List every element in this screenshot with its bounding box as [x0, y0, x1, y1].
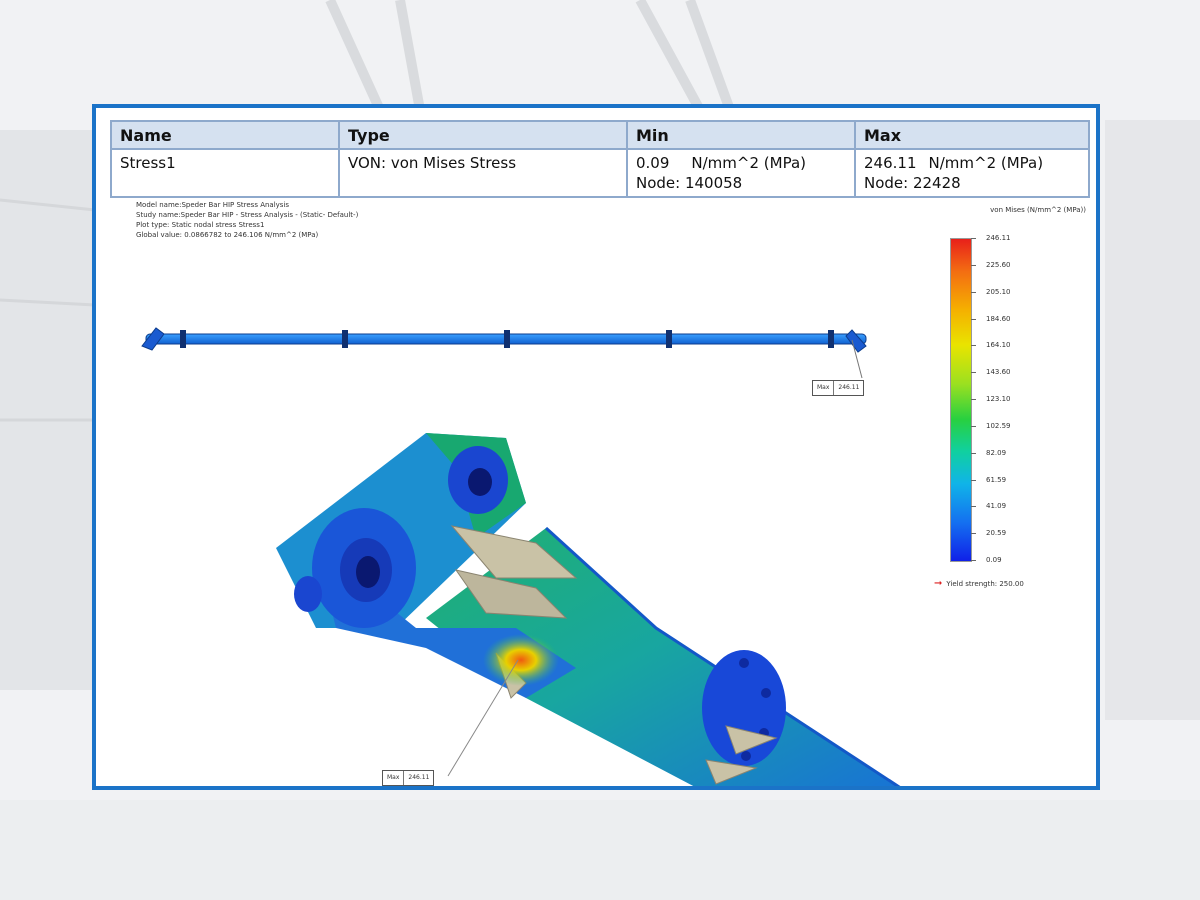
colorbar-tick-mark: [971, 452, 976, 454]
colorbar-tick-label: 0.09: [986, 556, 1002, 564]
max-callout-bottom: Max 246.11: [382, 770, 435, 786]
part-detail-model: [276, 433, 901, 786]
colorbar-tick-mark: [971, 560, 976, 561]
results-panel: Name Type Min Max Stress1 VON: von Mises…: [92, 104, 1100, 790]
colorbar-tick-label: 41.09: [986, 502, 1007, 511]
colorbar-tick-label: 82.09: [986, 448, 1007, 457]
legend-title: von Mises (N/mm^2 (MPa)): [990, 206, 1086, 214]
red-arrow-icon: ➞: [934, 578, 943, 589]
yield-strength-label: Yield strength: 250.00: [946, 580, 1024, 588]
colorbar-tick-label: 205.10: [986, 287, 1011, 296]
stress-colorbar: [950, 238, 972, 562]
colorbar-tick-label: 123.10: [986, 395, 1011, 403]
colorbar-tick-label: 164.10: [986, 341, 1011, 350]
colorbar-tick-mark: [971, 264, 976, 266]
colorbar-tick-mark: [971, 318, 976, 320]
colorbar-tick-mark: [971, 372, 976, 374]
max-callout-top: Max 246.11: [812, 380, 865, 396]
colorbar-tick-label: 61.59: [986, 475, 1007, 484]
colorbar-tick-mark: [971, 506, 976, 508]
max-callout-top-label: Max: [817, 384, 830, 391]
colorbar-tick-mark: [971, 479, 976, 481]
max-callout-top-value: 246.11: [833, 381, 863, 395]
yield-strength-marker: ➞ Yield strength: 250.00: [934, 578, 1024, 589]
colorbar-tick-mark: [971, 345, 976, 347]
colorbar-tick-mark: [971, 425, 976, 427]
colorbar-tick-label: 102.59: [986, 421, 1011, 430]
colorbar-tick-mark: [971, 238, 976, 239]
bar-overview-model: [141, 327, 867, 379]
colorbar-tick-label: 143.60: [986, 368, 1011, 377]
colorbar-tick-label: 225.60: [986, 260, 1011, 269]
colorbar-tick-label: 20.59: [986, 529, 1007, 538]
colorbar-tick-mark: [971, 533, 976, 535]
colorbar-tick-mark: [971, 399, 976, 400]
max-callout-bottom-value: 246.11: [403, 771, 433, 785]
colorbar-tick-label: 246.11: [986, 234, 1011, 242]
colorbar-tick-mark: [971, 291, 976, 293]
max-callout-bottom-label: Max: [387, 774, 400, 781]
colorbar-tick-label: 184.60: [986, 314, 1011, 323]
